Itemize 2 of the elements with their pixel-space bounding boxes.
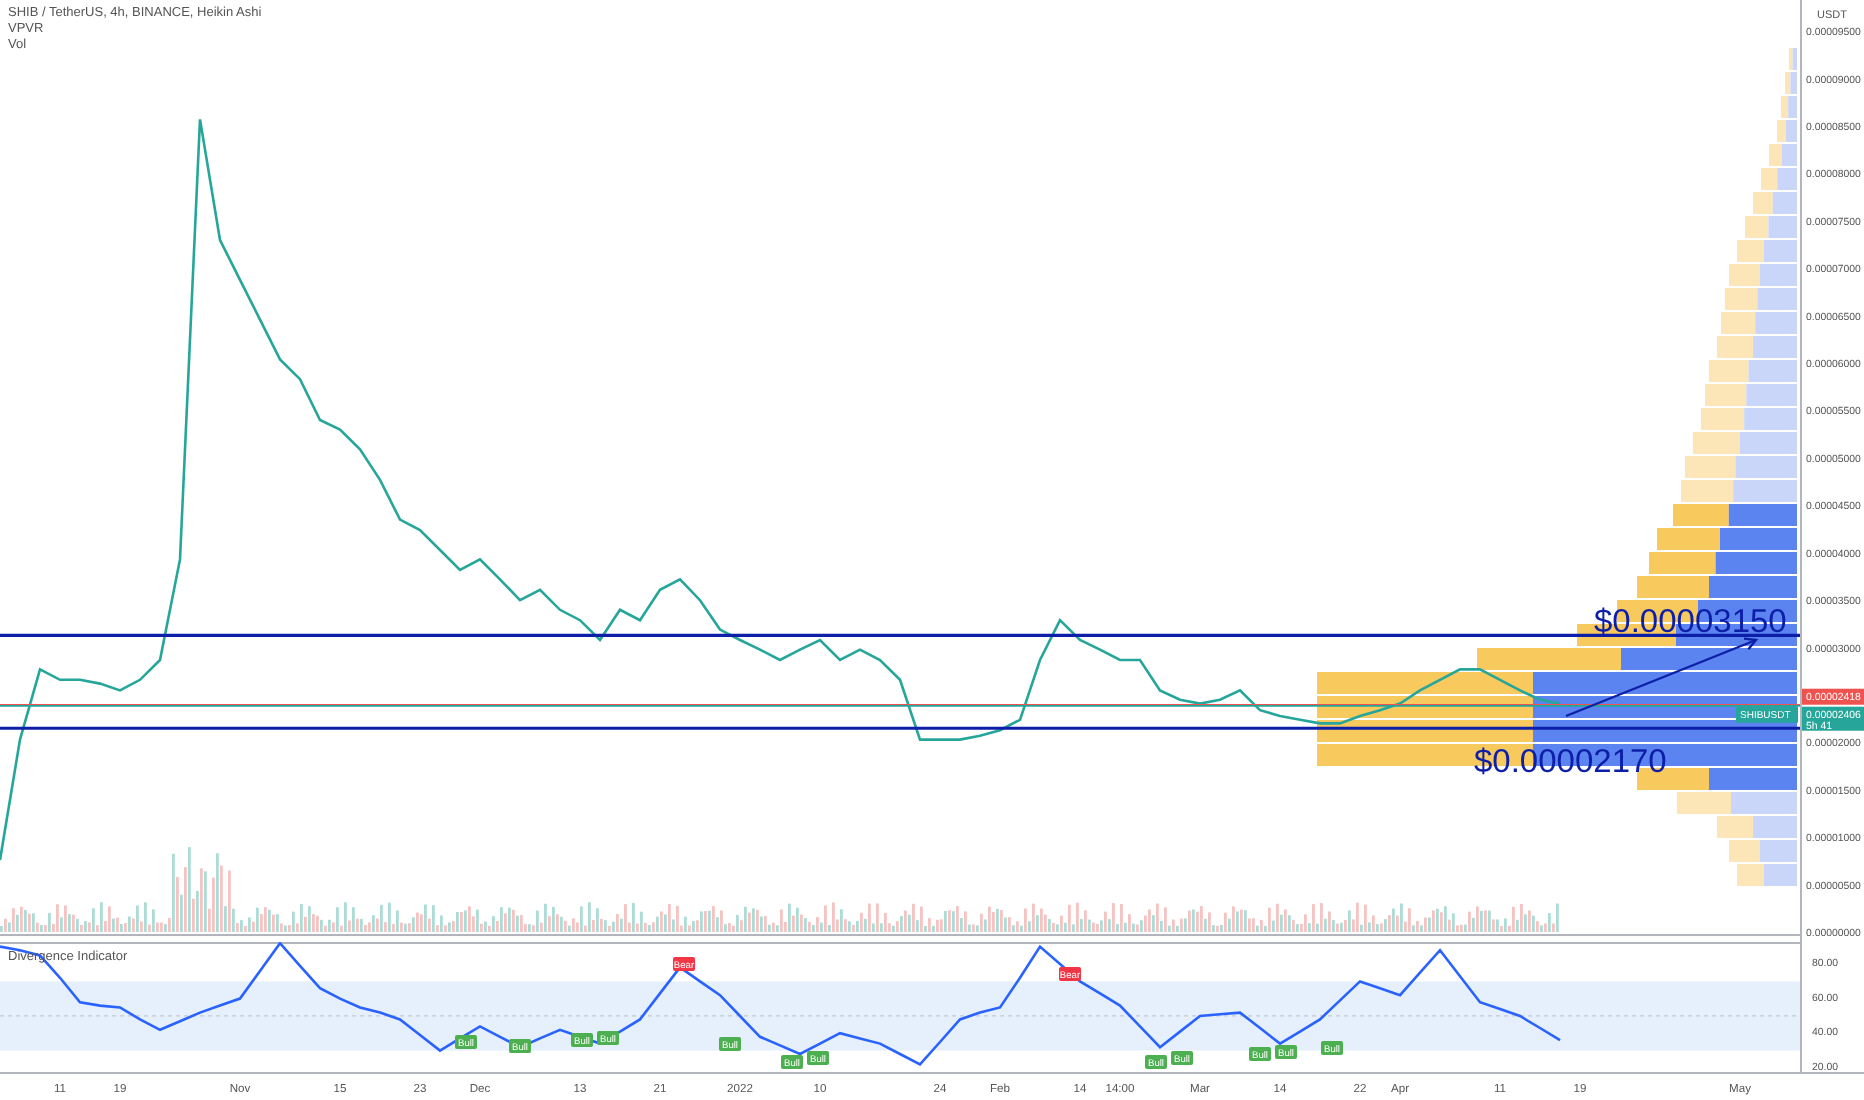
price-annotation: $0.00002170 [1474,744,1667,780]
price-annotation: $0.00003150 [1594,604,1787,640]
